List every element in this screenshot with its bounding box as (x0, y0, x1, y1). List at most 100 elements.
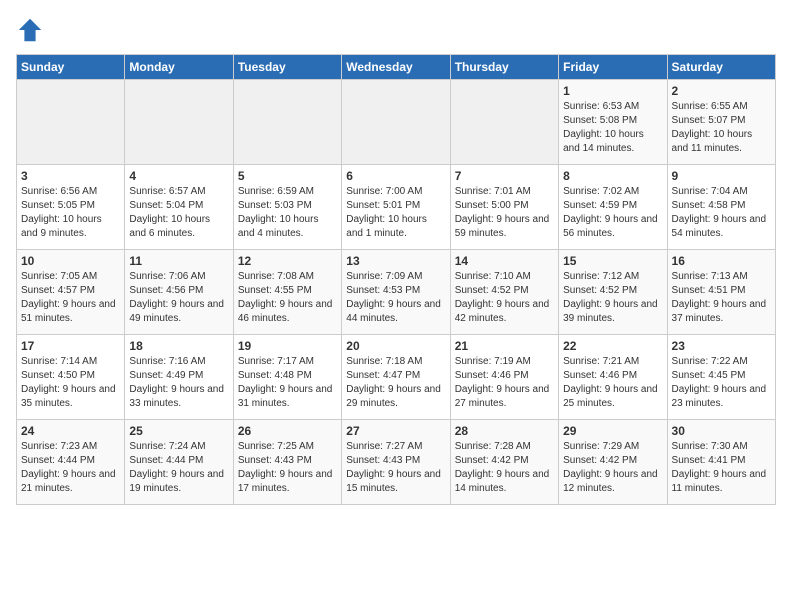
day-number: 1 (563, 84, 662, 98)
day-number: 6 (346, 169, 445, 183)
day-info: Sunrise: 6:56 AM Sunset: 5:05 PM Dayligh… (21, 185, 120, 241)
calendar-day-cell: 24 Sunrise: 7:23 AM Sunset: 4:44 PM Dayli… (17, 420, 125, 505)
day-number: 15 (563, 254, 662, 268)
calendar-day-cell: 16 Sunrise: 7:13 AM Sunset: 4:51 PM Dayli… (667, 250, 775, 335)
calendar-day-cell: 2 Sunrise: 6:55 AM Sunset: 5:07 PM Daylig… (667, 80, 775, 165)
day-info: Sunrise: 7:24 AM Sunset: 4:44 PM Dayligh… (129, 440, 228, 496)
day-info: Sunrise: 6:55 AM Sunset: 5:07 PM Dayligh… (672, 100, 771, 156)
day-info: Sunrise: 7:10 AM Sunset: 4:52 PM Dayligh… (455, 270, 554, 326)
calendar-day-cell: 19 Sunrise: 7:17 AM Sunset: 4:48 PM Dayli… (233, 335, 341, 420)
day-number: 11 (129, 254, 228, 268)
day-info: Sunrise: 7:27 AM Sunset: 4:43 PM Dayligh… (346, 440, 445, 496)
calendar-day-cell: 22 Sunrise: 7:21 AM Sunset: 4:46 PM Dayli… (559, 335, 667, 420)
day-info: Sunrise: 6:53 AM Sunset: 5:08 PM Dayligh… (563, 100, 662, 156)
day-info: Sunrise: 7:06 AM Sunset: 4:56 PM Dayligh… (129, 270, 228, 326)
day-info: Sunrise: 7:14 AM Sunset: 4:50 PM Dayligh… (21, 355, 120, 411)
weekday-header-wednesday: Wednesday (342, 55, 450, 80)
day-info: Sunrise: 7:19 AM Sunset: 4:46 PM Dayligh… (455, 355, 554, 411)
day-number: 24 (21, 424, 120, 438)
calendar-day-cell: 25 Sunrise: 7:24 AM Sunset: 4:44 PM Dayli… (125, 420, 233, 505)
weekday-header-monday: Monday (125, 55, 233, 80)
calendar-day-cell: 20 Sunrise: 7:18 AM Sunset: 4:47 PM Dayli… (342, 335, 450, 420)
day-info: Sunrise: 6:59 AM Sunset: 5:03 PM Dayligh… (238, 185, 337, 241)
day-info: Sunrise: 7:04 AM Sunset: 4:58 PM Dayligh… (672, 185, 771, 241)
day-number: 16 (672, 254, 771, 268)
day-number: 3 (21, 169, 120, 183)
logo-icon (16, 16, 44, 44)
day-number: 22 (563, 339, 662, 353)
day-number: 5 (238, 169, 337, 183)
day-number: 21 (455, 339, 554, 353)
calendar-week-row: 3 Sunrise: 6:56 AM Sunset: 5:05 PM Daylig… (17, 165, 776, 250)
calendar-day-cell: 10 Sunrise: 7:05 AM Sunset: 4:57 PM Dayli… (17, 250, 125, 335)
day-number: 25 (129, 424, 228, 438)
day-info: Sunrise: 7:05 AM Sunset: 4:57 PM Dayligh… (21, 270, 120, 326)
day-number: 10 (21, 254, 120, 268)
day-info: Sunrise: 7:21 AM Sunset: 4:46 PM Dayligh… (563, 355, 662, 411)
day-info: Sunrise: 7:17 AM Sunset: 4:48 PM Dayligh… (238, 355, 337, 411)
calendar-day-cell: 6 Sunrise: 7:00 AM Sunset: 5:01 PM Daylig… (342, 165, 450, 250)
calendar-day-cell (233, 80, 341, 165)
weekday-header-row: SundayMondayTuesdayWednesdayThursdayFrid… (17, 55, 776, 80)
calendar-week-row: 24 Sunrise: 7:23 AM Sunset: 4:44 PM Dayli… (17, 420, 776, 505)
day-number: 14 (455, 254, 554, 268)
page-header (16, 16, 776, 44)
day-number: 27 (346, 424, 445, 438)
day-info: Sunrise: 7:00 AM Sunset: 5:01 PM Dayligh… (346, 185, 445, 241)
day-number: 9 (672, 169, 771, 183)
day-number: 20 (346, 339, 445, 353)
calendar-day-cell: 23Sunrise: 7:22 AM Sunset: 4:45 PM Dayli… (667, 335, 775, 420)
day-number: 8 (563, 169, 662, 183)
day-info: Sunrise: 7:29 AM Sunset: 4:42 PM Dayligh… (563, 440, 662, 496)
calendar-day-cell: 15 Sunrise: 7:12 AM Sunset: 4:52 PM Dayli… (559, 250, 667, 335)
day-info: Sunrise: 6:57 AM Sunset: 5:04 PM Dayligh… (129, 185, 228, 241)
day-number: 26 (238, 424, 337, 438)
day-number: 12 (238, 254, 337, 268)
calendar-day-cell (125, 80, 233, 165)
calendar-day-cell: 5 Sunrise: 6:59 AM Sunset: 5:03 PM Daylig… (233, 165, 341, 250)
weekday-header-tuesday: Tuesday (233, 55, 341, 80)
calendar-table: SundayMondayTuesdayWednesdayThursdayFrid… (16, 54, 776, 505)
calendar-day-cell: 17 Sunrise: 7:14 AM Sunset: 4:50 PM Dayli… (17, 335, 125, 420)
day-number: 7 (455, 169, 554, 183)
day-info: Sunrise: 7:25 AM Sunset: 4:43 PM Dayligh… (238, 440, 337, 496)
calendar-day-cell: 14 Sunrise: 7:10 AM Sunset: 4:52 PM Dayli… (450, 250, 558, 335)
calendar-day-cell: 18Sunrise: 7:16 AM Sunset: 4:49 PM Dayli… (125, 335, 233, 420)
calendar-day-cell: 12 Sunrise: 7:08 AM Sunset: 4:55 PM Dayli… (233, 250, 341, 335)
day-info: Sunrise: 7:12 AM Sunset: 4:52 PM Dayligh… (563, 270, 662, 326)
day-info: Sunrise: 7:13 AM Sunset: 4:51 PM Dayligh… (672, 270, 771, 326)
day-info: Sunrise: 7:02 AM Sunset: 4:59 PM Dayligh… (563, 185, 662, 241)
day-number: 19 (238, 339, 337, 353)
calendar-day-cell: 27 Sunrise: 7:27 AM Sunset: 4:43 PM Dayli… (342, 420, 450, 505)
day-info: Sunrise: 7:22 AM Sunset: 4:45 PM Dayligh… (672, 355, 771, 411)
calendar-day-cell (342, 80, 450, 165)
calendar-day-cell: 7Sunrise: 7:01 AM Sunset: 5:00 PM Daylig… (450, 165, 558, 250)
day-number: 4 (129, 169, 228, 183)
day-info: Sunrise: 7:18 AM Sunset: 4:47 PM Dayligh… (346, 355, 445, 411)
weekday-header-saturday: Saturday (667, 55, 775, 80)
day-number: 13 (346, 254, 445, 268)
day-info: Sunrise: 7:23 AM Sunset: 4:44 PM Dayligh… (21, 440, 120, 496)
day-info: Sunrise: 7:08 AM Sunset: 4:55 PM Dayligh… (238, 270, 337, 326)
weekday-header-friday: Friday (559, 55, 667, 80)
calendar-day-cell: 3 Sunrise: 6:56 AM Sunset: 5:05 PM Daylig… (17, 165, 125, 250)
calendar-day-cell: 8 Sunrise: 7:02 AM Sunset: 4:59 PM Daylig… (559, 165, 667, 250)
day-number: 2 (672, 84, 771, 98)
weekday-header-thursday: Thursday (450, 55, 558, 80)
calendar-day-cell: 29Sunrise: 7:29 AM Sunset: 4:42 PM Dayli… (559, 420, 667, 505)
day-info: Sunrise: 7:30 AM Sunset: 4:41 PM Dayligh… (672, 440, 771, 496)
calendar-day-cell: 21 Sunrise: 7:19 AM Sunset: 4:46 PM Dayli… (450, 335, 558, 420)
calendar-day-cell: 4 Sunrise: 6:57 AM Sunset: 5:04 PM Daylig… (125, 165, 233, 250)
calendar-week-row: 17 Sunrise: 7:14 AM Sunset: 4:50 PM Dayli… (17, 335, 776, 420)
weekday-header-sunday: Sunday (17, 55, 125, 80)
calendar-day-cell (17, 80, 125, 165)
day-info: Sunrise: 7:28 AM Sunset: 4:42 PM Dayligh… (455, 440, 554, 496)
calendar-day-cell: 13 Sunrise: 7:09 AM Sunset: 4:53 PM Dayli… (342, 250, 450, 335)
calendar-day-cell: 11 Sunrise: 7:06 AM Sunset: 4:56 PM Dayli… (125, 250, 233, 335)
day-number: 18 (129, 339, 228, 353)
calendar-day-cell: 9 Sunrise: 7:04 AM Sunset: 4:58 PM Daylig… (667, 165, 775, 250)
day-number: 28 (455, 424, 554, 438)
day-info: Sunrise: 7:09 AM Sunset: 4:53 PM Dayligh… (346, 270, 445, 326)
calendar-day-cell: 26 Sunrise: 7:25 AM Sunset: 4:43 PM Dayli… (233, 420, 341, 505)
day-number: 17 (21, 339, 120, 353)
